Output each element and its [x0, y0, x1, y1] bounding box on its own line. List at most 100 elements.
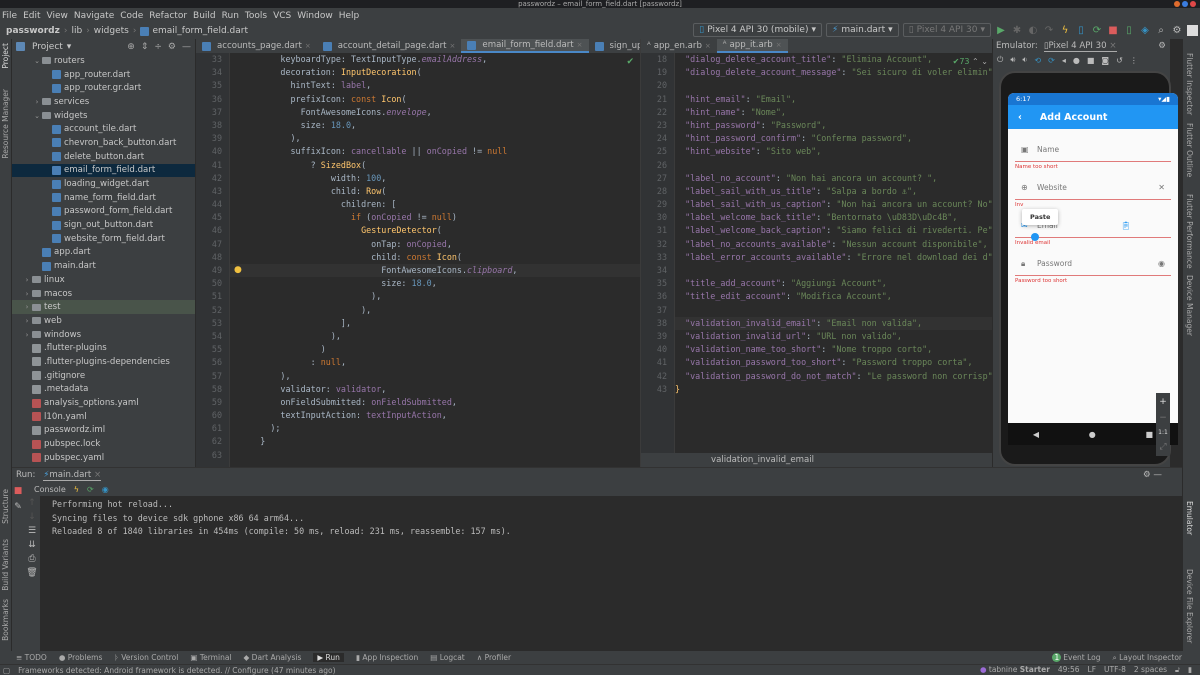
- tree-item[interactable]: main.dart: [12, 259, 195, 273]
- tree-item[interactable]: .flutter-plugins-dependencies: [12, 355, 195, 369]
- form-field-password[interactable]: 🔒︎ Password ◉ Password too short: [1015, 249, 1171, 287]
- home-icon[interactable]: ●: [1073, 56, 1080, 65]
- tool-tab-version-control[interactable]: ᚦ Version Control: [114, 653, 178, 662]
- tree-item[interactable]: app.dart: [12, 246, 195, 260]
- form-field-website[interactable]: ⊕ Website ✕ Inv: [1015, 173, 1171, 211]
- device-selector[interactable]: ▯ Pixel 4 API 30 (mobile) ▾: [693, 23, 823, 37]
- back-chevron-icon[interactable]: ‹: [1018, 112, 1022, 123]
- tabnine-status[interactable]: ● tabnine Starter: [980, 665, 1050, 675]
- tree-item[interactable]: ⌄ widgets: [12, 109, 195, 123]
- flutter-inspector-tool-button[interactable]: Flutter Inspector: [1185, 53, 1194, 115]
- menu-edit[interactable]: Edit: [23, 11, 40, 21]
- tree-item[interactable]: loading_widget.dart: [12, 177, 195, 191]
- tool-tab-app-inspection[interactable]: ▮ App Inspection: [356, 653, 418, 662]
- resource-manager-tool-button[interactable]: Resource Manager: [1, 89, 10, 159]
- zoom-out-icon[interactable]: −: [1159, 413, 1167, 423]
- menu-tools[interactable]: Tools: [245, 11, 267, 21]
- chevron-down-icon[interactable]: ⌄: [32, 112, 42, 120]
- hide-icon[interactable]: —: [182, 42, 191, 52]
- overview-icon[interactable]: ■: [1087, 56, 1095, 65]
- snapshot-icon[interactable]: ↺: [1116, 56, 1123, 65]
- tree-item[interactable]: l10n.yaml: [12, 410, 195, 424]
- bookmarks-tool-button[interactable]: Bookmarks: [1, 599, 10, 641]
- hot-reload-icon[interactable]: ϟ: [1059, 24, 1071, 36]
- tree-item[interactable]: passwordz.iml: [12, 424, 195, 438]
- tree-item[interactable]: chevron_back_button.dart: [12, 136, 195, 150]
- avatar-icon[interactable]: [1187, 24, 1198, 36]
- chevron-right-icon[interactable]: ›: [22, 317, 32, 325]
- tool-tab-event-log[interactable]: 1 Event Log: [1052, 652, 1101, 663]
- expand-all-icon[interactable]: ⇕: [141, 42, 149, 52]
- close-tab-icon[interactable]: ×: [1109, 41, 1116, 51]
- device-manager-tool-button[interactable]: Device Manager: [1185, 275, 1194, 336]
- tool-tab-todo[interactable]: ≡ TODO: [16, 653, 47, 662]
- console-output[interactable]: Performing hot reload... Syncing files t…: [52, 498, 511, 539]
- tool-tab-logcat[interactable]: ▤ Logcat: [430, 653, 465, 662]
- chevron-down-icon[interactable]: ⌄: [32, 57, 42, 65]
- tool-tab-layout-inspector[interactable]: ⌕ Layout Inspector: [1113, 653, 1182, 663]
- more-icon[interactable]: ⋮: [1130, 56, 1138, 65]
- zoom-in-icon[interactable]: +: [1159, 397, 1167, 407]
- code-area[interactable]: 18 "dialog_delete_account_title": "Elimi…: [657, 53, 998, 467]
- maximize-button[interactable]: [1182, 1, 1188, 7]
- console-tab[interactable]: Console: [34, 485, 66, 494]
- tree-item[interactable]: › test: [12, 300, 195, 315]
- breadcrumb-file[interactable]: email_form_field.dart: [152, 26, 248, 36]
- paste-popup-button[interactable]: Paste: [1022, 209, 1059, 225]
- menu-refactor[interactable]: Refactor: [149, 11, 187, 21]
- attach-icon[interactable]: ↷: [1043, 24, 1055, 36]
- line-separator[interactable]: LF: [1088, 665, 1097, 675]
- search-icon[interactable]: ⌕: [1155, 24, 1167, 36]
- menu-window[interactable]: Window: [297, 11, 333, 21]
- chevron-right-icon[interactable]: ›: [32, 98, 42, 106]
- menu-navigate[interactable]: Navigate: [74, 11, 114, 21]
- tree-item[interactable]: pubspec.lock: [12, 437, 195, 451]
- print-icon[interactable]: ⎙: [24, 554, 40, 564]
- editor-tab[interactable]: account_detail_page.dart ×: [317, 39, 462, 53]
- chevron-right-icon[interactable]: ›: [22, 290, 32, 298]
- gear-icon[interactable]: ⚙ —: [1143, 470, 1182, 480]
- scroll-up-icon[interactable]: ↑: [24, 498, 40, 508]
- menu-file[interactable]: File: [2, 11, 17, 21]
- tree-item[interactable]: app_router.dart: [12, 68, 195, 82]
- volume-down-icon[interactable]: 🔉︎: [1022, 55, 1027, 65]
- structure-tool-button[interactable]: Structure: [1, 489, 10, 524]
- indent-setting[interactable]: 2 spaces: [1134, 665, 1167, 675]
- nav-back-icon[interactable]: ◀: [1033, 430, 1039, 439]
- code-area[interactable]: 33 keyboardType: TextInputType.emailAddr…: [212, 53, 640, 467]
- tool-tab-terminal[interactable]: ▣ Terminal: [190, 653, 231, 662]
- clear-icon[interactable]: ✕: [1158, 183, 1165, 192]
- tree-item[interactable]: app_router.gr.dart: [12, 81, 195, 95]
- breadcrumb-widgets[interactable]: widgets: [94, 26, 129, 36]
- target-device-selector[interactable]: ▯ Pixel 4 API 30 ▾: [902, 23, 991, 37]
- lightbulb-icon[interactable]: ●: [234, 265, 242, 275]
- tree-item[interactable]: password_form_field.dart: [12, 205, 195, 219]
- scroll-down-icon[interactable]: ↓: [24, 512, 40, 522]
- minimize-button[interactable]: [1174, 1, 1180, 7]
- menu-help[interactable]: Help: [339, 11, 360, 21]
- tool-tab-run[interactable]: ▶ Run: [313, 653, 344, 662]
- close-tab-icon[interactable]: ×: [776, 41, 782, 49]
- breadcrumb-lib[interactable]: lib: [71, 26, 82, 36]
- tree-item[interactable]: › macos: [12, 287, 195, 301]
- hot-restart-icon[interactable]: ⟳: [87, 485, 94, 494]
- inspection-widget[interactable]: ✔73 ⌃ ⌄: [952, 57, 988, 66]
- scroll-to-end-icon[interactable]: ⇊: [24, 540, 40, 550]
- tree-item[interactable]: name_form_field.dart: [12, 191, 195, 205]
- tree-item[interactable]: delete_button.dart: [12, 150, 195, 164]
- clipboard-icon[interactable]: 📋︎: [1121, 221, 1131, 230]
- tree-item[interactable]: › services: [12, 95, 195, 109]
- stop-icon[interactable]: ■: [12, 486, 24, 496]
- editor-tab[interactable]: ᴬ app_it.arb ×: [716, 39, 788, 53]
- fit-screen-icon[interactable]: ⤢: [1159, 442, 1166, 452]
- caret-position[interactable]: 49:56: [1058, 665, 1080, 675]
- tree-item[interactable]: › web: [12, 314, 195, 328]
- gear-icon[interactable]: ⚙: [1158, 41, 1170, 51]
- locate-icon[interactable]: ⊕: [127, 42, 135, 52]
- pin-icon[interactable]: ✎: [12, 502, 24, 512]
- hot-reload-icon[interactable]: ϟ: [74, 485, 79, 494]
- run-icon[interactable]: ▶: [995, 24, 1007, 36]
- menu-build[interactable]: Build: [193, 11, 216, 21]
- close-tab-icon[interactable]: ×: [705, 42, 711, 50]
- file-encoding[interactable]: UTF-8: [1104, 665, 1126, 675]
